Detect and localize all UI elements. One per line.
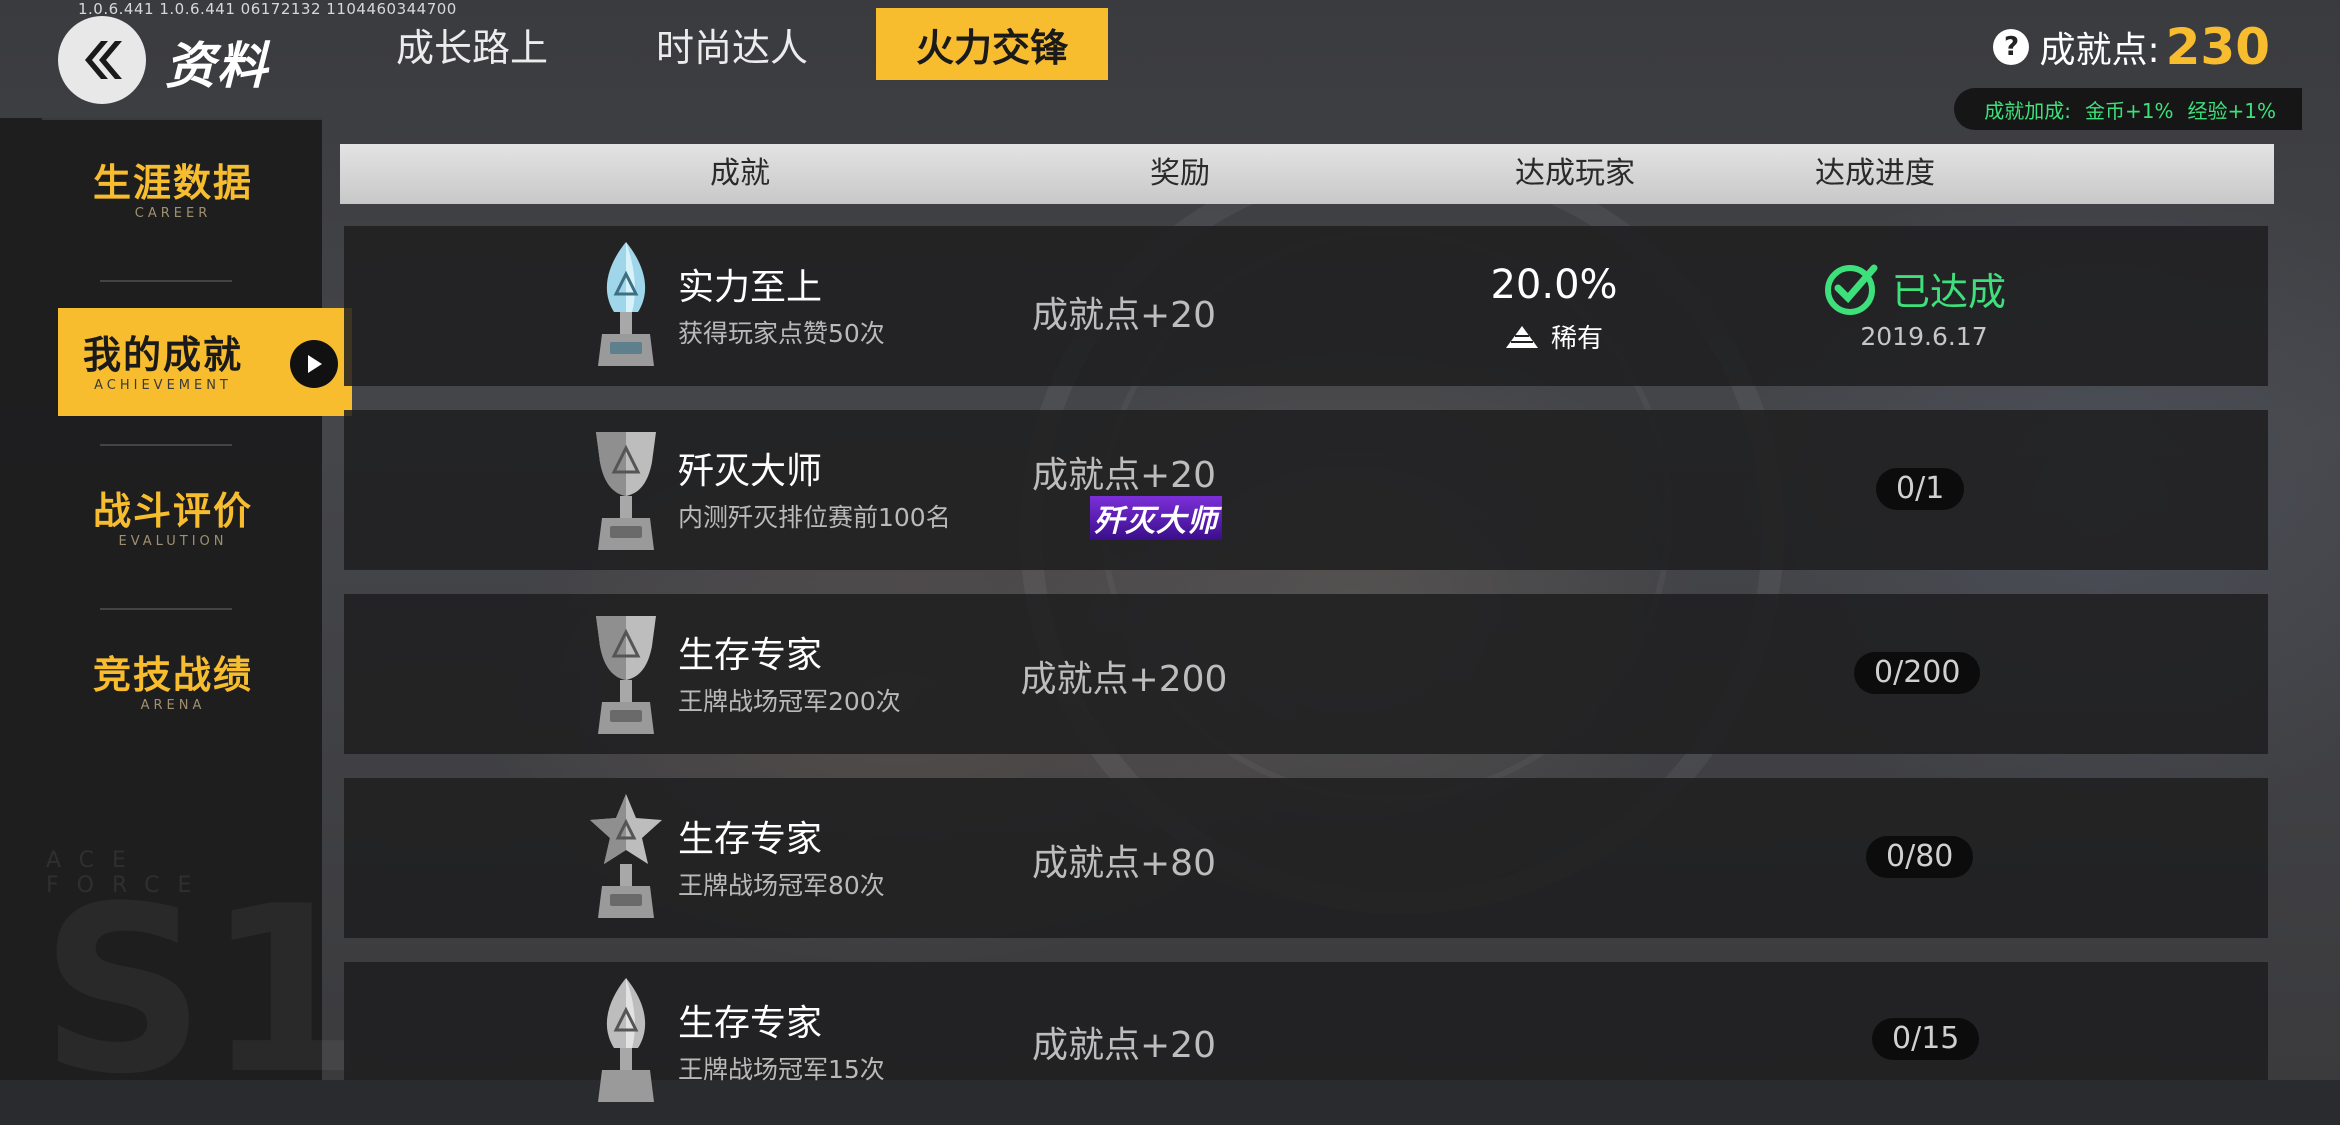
achievement-bonus: 成就加成: 金币+1% 经验+1%: [1954, 88, 2302, 130]
play-arrow-icon: [290, 340, 338, 388]
cup-trophy-icon: [596, 432, 656, 550]
sidebar-item-sublabel: EVALUTION: [118, 534, 228, 549]
double-chevron-left-icon: [85, 41, 122, 79]
cup-trophy-icon: [596, 616, 656, 734]
sidebar-item-label: 我的成就: [82, 333, 243, 377]
sidebar-item-arena[interactable]: 竞技战绩 ARENA: [58, 628, 352, 736]
achievement-title: 生存专家: [678, 635, 823, 676]
sidebar-item-evaluation[interactable]: 战斗评价 EVALUTION: [58, 464, 352, 572]
progress-pill: 0/200: [1854, 652, 1981, 694]
sidebar-item-sublabel: CAREER: [134, 206, 212, 221]
column-header-players: 达成玩家: [1515, 156, 1635, 191]
sidebar-item-career[interactable]: 生涯数据 CAREER: [58, 136, 352, 244]
rarity-triangle-icon: [1505, 325, 1538, 348]
back-button[interactable]: [58, 16, 146, 104]
reward-text: 成就点+200: [1020, 659, 1228, 700]
achievement-description: 王牌战场冠军200次: [678, 687, 901, 716]
bonus-exp: 经验+1%: [2187, 98, 2277, 123]
question-icon[interactable]: ?: [1993, 29, 2030, 65]
players-percent: 20.0%: [1490, 262, 1618, 308]
rarity-text: 稀有: [1550, 324, 1603, 354]
achievement-description: 王牌战场冠军80次: [678, 871, 885, 900]
achievement-title: 生存专家: [678, 1003, 823, 1044]
tab-fashion[interactable]: 时尚达人: [616, 8, 848, 80]
table-row[interactable]: 歼灭大师 内测歼灭排位赛前100名 成就点+20 歼灭大师 0/1: [344, 410, 2268, 570]
crystal-trophy-icon: [598, 978, 654, 1102]
sidebar-divider: [42, 118, 322, 120]
bonus-label: 成就加成:: [1984, 98, 2071, 123]
achievement-description: 王牌战场冠军15次: [678, 1055, 885, 1084]
sidebar-item-label: 竞技战绩: [92, 653, 253, 697]
crystal-trophy-icon: [598, 242, 654, 366]
tab-bar: 成长路上 时尚达人 火力交锋: [356, 8, 1136, 80]
tab-firepower[interactable]: 火力交锋: [876, 8, 1109, 80]
bonus-gold: 金币+1%: [2085, 98, 2174, 123]
sidebar-item-achievement[interactable]: 我的成就 ACHIEVEMENT: [58, 308, 352, 416]
points-value: 230: [2165, 18, 2270, 76]
achievement-description: 内测歼灭排位赛前100名: [678, 503, 951, 532]
progress-pill: 0/15: [1872, 1018, 1980, 1060]
reward-title-badge: 歼灭大师: [1090, 496, 1222, 540]
reward-text: 成就点+20: [1032, 455, 1216, 496]
status-text: 已达成: [1892, 269, 2007, 314]
check-circle-icon: [1825, 264, 1878, 315]
achievement-title: 歼灭大师: [678, 451, 823, 492]
watermark-logo: S1: [40, 858, 366, 1125]
sidebar-item-sublabel: ARENA: [140, 698, 206, 713]
page-title: 资料: [165, 37, 269, 95]
achievement-title: 实力至上: [678, 267, 823, 308]
achievement-title: 生存专家: [678, 819, 823, 860]
achievement-description: 获得玩家点赞50次: [678, 319, 885, 348]
sidebar-item-label: 战斗评价: [92, 489, 253, 533]
completion-date: 2019.6.17: [1860, 322, 1988, 351]
sidebar-item-label: 生涯数据: [92, 161, 253, 205]
achievement-points: ? 成就点: 230: [1993, 18, 2270, 76]
sidebar-separator: [100, 444, 232, 446]
progress-pill: 0/80: [1866, 836, 1974, 878]
sidebar: 生涯数据 CAREER 我的成就 ACHIEVEMENT 战斗评价 EVALUT…: [0, 118, 366, 1125]
points-label: 成就点:: [2039, 30, 2160, 71]
reward-text: 成就点+80: [1032, 843, 1216, 884]
tab-growth[interactable]: 成长路上: [356, 8, 588, 80]
table-row[interactable]: 生存专家 王牌战场冠军80次 成就点+80 0/80: [344, 778, 2268, 938]
reward-text: 成就点+20: [1032, 295, 1216, 336]
table-row[interactable]: 生存专家 王牌战场冠军15次 成就点+20 0/15: [344, 962, 2268, 1102]
sidebar-separator: [100, 280, 232, 282]
sidebar-separator: [100, 608, 232, 610]
completion-status: 已达成: [1824, 260, 2006, 316]
table-row[interactable]: 实力至上 获得玩家点赞50次 成就点+20 20.0% 稀有 已达成 2019.…: [344, 226, 2268, 386]
column-header-progress: 达成进度: [1815, 156, 1935, 191]
column-header-reward: 奖励: [1150, 156, 1210, 191]
column-header-achievement: 成就: [710, 156, 770, 191]
progress-pill: 0/1: [1876, 468, 1965, 510]
reward-text: 成就点+20: [1032, 1025, 1216, 1066]
table-row[interactable]: 生存专家 王牌战场冠军200次 成就点+200 0/200: [344, 594, 2268, 754]
table-header: 成就 奖励 达成玩家 达成进度: [340, 144, 2274, 204]
star-trophy-icon: [590, 794, 662, 918]
sidebar-item-sublabel: ACHIEVEMENT: [94, 378, 232, 393]
rarity-label: 稀有: [1424, 318, 1684, 355]
